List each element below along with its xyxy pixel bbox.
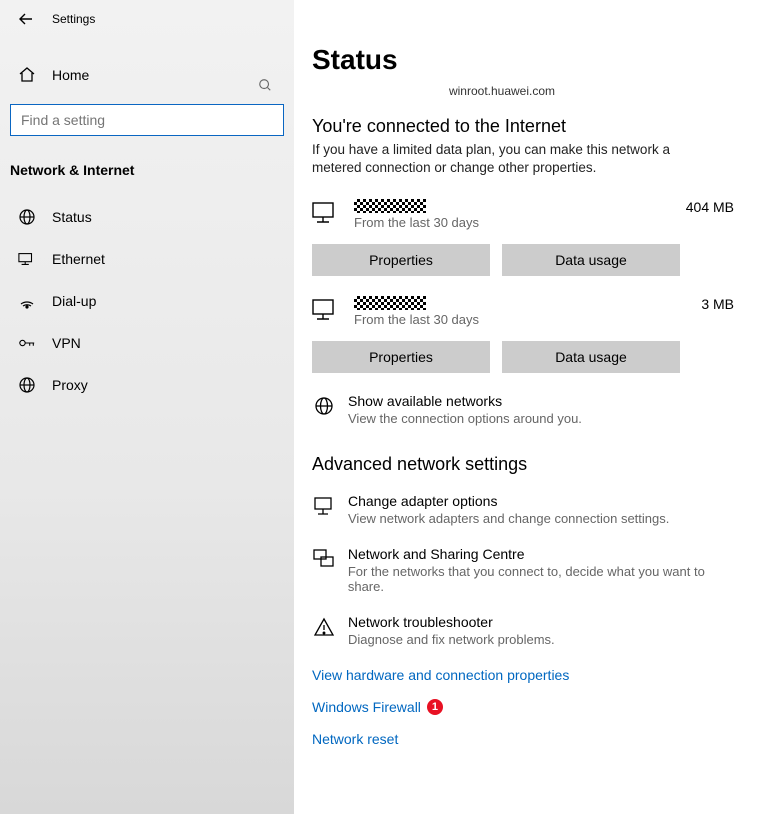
dialup-icon xyxy=(18,292,36,310)
ethernet-adapter-icon xyxy=(312,298,340,322)
search-container xyxy=(10,104,284,136)
advanced-heading: Advanced network settings xyxy=(312,454,742,475)
sidebar-item-label: Proxy xyxy=(52,377,88,393)
network-block: From the last 30 days 3 MB Properties Da… xyxy=(312,296,742,373)
sidebar: Settings Home Network & Internet Status … xyxy=(0,0,294,814)
connected-desc: If you have a limited data plan, you can… xyxy=(312,141,672,177)
option-title: Change adapter options xyxy=(348,493,669,509)
globe-icon xyxy=(312,395,336,417)
data-usage-button[interactable]: Data usage xyxy=(502,341,680,373)
sidebar-item-label: Status xyxy=(52,209,92,225)
sidebar-item-home[interactable]: Home xyxy=(0,54,294,96)
network-usage-value: 404 MB xyxy=(686,199,742,215)
home-icon xyxy=(18,66,36,84)
option-title: Network troubleshooter xyxy=(348,614,555,630)
network-period: From the last 30 days xyxy=(354,215,686,230)
link-windows-firewall[interactable]: Windows Firewall 1 xyxy=(312,699,443,715)
sidebar-item-status[interactable]: Status xyxy=(0,196,294,238)
properties-button[interactable]: Properties xyxy=(312,244,490,276)
main-content: Status winroot.huawei.com You're connect… xyxy=(294,0,766,814)
sidebar-item-vpn[interactable]: VPN xyxy=(0,322,294,364)
proxy-icon xyxy=(18,376,36,394)
network-name-redacted xyxy=(354,296,426,310)
sharing-centre[interactable]: Network and Sharing Centre For the netwo… xyxy=(312,546,742,594)
sidebar-item-proxy[interactable]: Proxy xyxy=(0,364,294,406)
vpn-icon xyxy=(18,334,36,352)
network-block: From the last 30 days 404 MB Properties … xyxy=(312,199,742,276)
home-label: Home xyxy=(52,67,89,83)
link-label: Windows Firewall xyxy=(312,699,421,715)
ethernet-icon xyxy=(18,250,36,268)
page-title: Status xyxy=(312,44,742,76)
properties-button[interactable]: Properties xyxy=(312,341,490,373)
sidebar-item-label: VPN xyxy=(52,335,81,351)
sharing-icon xyxy=(312,548,336,570)
back-icon[interactable] xyxy=(18,11,34,27)
sidebar-item-label: Dial-up xyxy=(52,293,96,309)
connected-heading: You're connected to the Internet xyxy=(312,116,742,137)
app-title: Settings xyxy=(52,12,95,26)
sidebar-item-ethernet[interactable]: Ethernet xyxy=(0,238,294,280)
sidebar-section-label: Network & Internet xyxy=(0,154,294,196)
host-label: winroot.huawei.com xyxy=(322,84,682,98)
sidebar-item-label: Ethernet xyxy=(52,251,105,267)
adapter-icon xyxy=(312,495,336,517)
warning-icon xyxy=(312,616,336,638)
search-input[interactable] xyxy=(10,104,284,136)
data-usage-button[interactable]: Data usage xyxy=(502,244,680,276)
option-sub: View the connection options around you. xyxy=(348,411,582,426)
show-networks-option[interactable]: Show available networks View the connect… xyxy=(312,393,742,426)
network-period: From the last 30 days xyxy=(354,312,701,327)
option-sub: View network adapters and change connect… xyxy=(348,511,669,526)
link-hardware-properties[interactable]: View hardware and connection properties xyxy=(312,667,569,683)
option-title: Show available networks xyxy=(348,393,582,409)
option-sub: Diagnose and fix network problems. xyxy=(348,632,555,647)
option-sub: For the networks that you connect to, de… xyxy=(348,564,742,594)
sidebar-item-dialup[interactable]: Dial-up xyxy=(0,280,294,322)
network-troubleshooter[interactable]: Network troubleshooter Diagnose and fix … xyxy=(312,614,742,647)
alert-badge: 1 xyxy=(427,699,443,715)
link-network-reset[interactable]: Network reset xyxy=(312,731,398,747)
option-title: Network and Sharing Centre xyxy=(348,546,742,562)
network-name-redacted xyxy=(354,199,426,213)
titlebar: Settings xyxy=(0,0,294,38)
ethernet-adapter-icon xyxy=(312,201,340,225)
adapter-options[interactable]: Change adapter options View network adap… xyxy=(312,493,742,526)
status-icon xyxy=(18,208,36,226)
network-usage-value: 3 MB xyxy=(701,296,742,312)
